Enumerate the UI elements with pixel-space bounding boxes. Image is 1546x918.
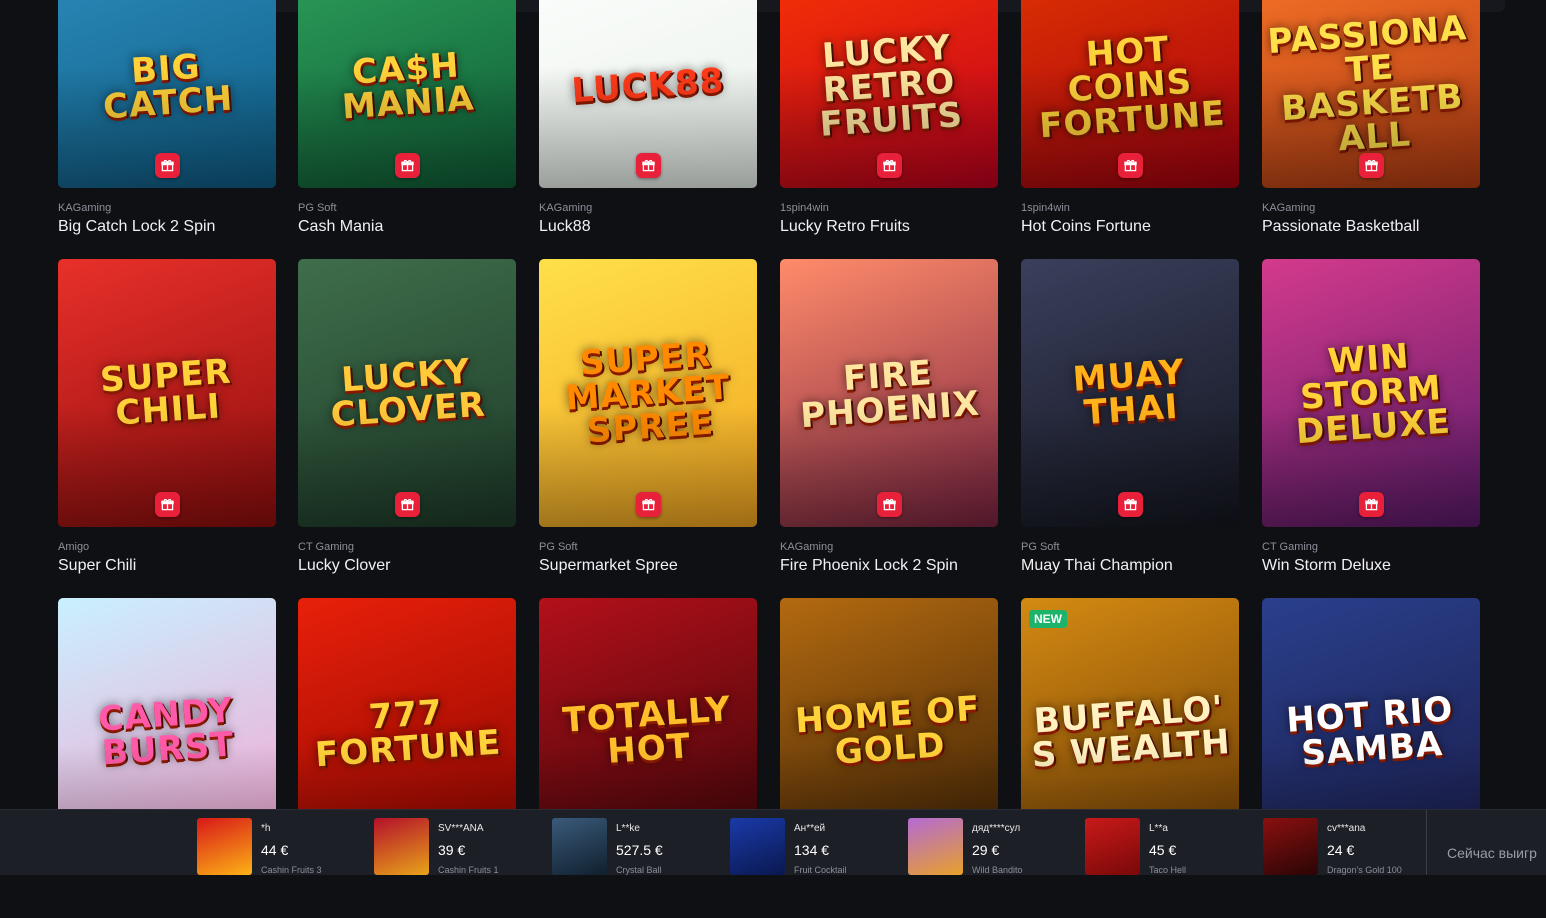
recent-win-item[interactable]: L**a 45 € Taco Hell xyxy=(1085,818,1255,875)
game-provider: 1spin4win xyxy=(780,202,829,214)
game-card[interactable]: LUCKY CLOVER CT Gaming Lucky Clover xyxy=(298,259,516,579)
win-amount: 29 € xyxy=(972,842,1000,858)
game-title[interactable]: Cash Mania xyxy=(298,218,383,236)
game-thumbnail[interactable]: WIN STORM DELUXE xyxy=(1262,259,1480,527)
game-title[interactable]: Super Chili xyxy=(58,557,136,575)
game-provider: PG Soft xyxy=(539,541,578,553)
ticker-label: Сейчас выигр xyxy=(1447,845,1537,861)
game-card[interactable]: Passionate Basketball KAGaming Passionate … xyxy=(1262,0,1480,240)
game-card[interactable]: SUPER CHILI Amigo Super Chili xyxy=(58,259,276,579)
gift-icon[interactable] xyxy=(1359,492,1384,517)
win-game-thumbnail[interactable] xyxy=(908,818,963,875)
recent-win-item[interactable]: cv***ana 24 € Dragon's Gold 100 xyxy=(1263,818,1433,875)
win-user: дяд****сул xyxy=(972,823,1021,834)
recent-win-item[interactable]: L**ke 527.5 € Crystal Ball xyxy=(552,818,722,875)
gift-icon[interactable] xyxy=(395,153,420,178)
gift-icon[interactable] xyxy=(1118,153,1143,178)
game-title[interactable]: Muay Thai Champion xyxy=(1021,557,1173,575)
game-provider: CT Gaming xyxy=(298,541,355,553)
game-title[interactable]: Lucky Clover xyxy=(298,557,390,575)
game-thumbnail[interactable]: Muay THAI xyxy=(1021,259,1239,527)
win-user: L**ke xyxy=(616,823,640,834)
gift-icon[interactable] xyxy=(877,153,902,178)
game-card[interactable]: HOT COINS FORTUNE 1spin4win Hot Coins Fort… xyxy=(1021,0,1239,240)
game-provider: CT Gaming xyxy=(1262,541,1319,553)
game-title[interactable]: Passionate Basketball xyxy=(1262,218,1419,236)
game-title[interactable]: Lucky Retro Fruits xyxy=(780,218,910,236)
game-provider: KAGaming xyxy=(58,202,112,214)
game-card[interactable]: WIN STORM DELUXE CT Gaming Win Storm Delux… xyxy=(1262,259,1480,579)
gift-icon[interactable] xyxy=(155,492,180,517)
game-thumbnail[interactable]: SUPER CHILI xyxy=(58,259,276,527)
game-thumbnail[interactable]: BIG CATCH xyxy=(58,0,276,188)
win-amount: 527.5 € xyxy=(616,842,663,858)
game-thumbnail[interactable]: LUCKY CLOVER xyxy=(298,259,516,527)
game-title[interactable]: Supermarket Spree xyxy=(539,557,678,575)
new-badge: NEW xyxy=(1029,610,1067,628)
win-user: *h xyxy=(261,823,271,834)
game-thumbnail[interactable]: HOT COINS FORTUNE xyxy=(1021,0,1239,188)
game-title[interactable]: Hot Coins Fortune xyxy=(1021,218,1151,236)
win-user: Ан**ей xyxy=(794,823,826,834)
game-provider: 1spin4win xyxy=(1021,202,1070,214)
game-grid: BIG CATCH KAGaming Big Catch Lock 2 Spin CA… xyxy=(0,0,1546,874)
game-card[interactable]: BIG CATCH KAGaming Big Catch Lock 2 Spin xyxy=(58,0,276,240)
game-card[interactable]: SUPER MARKET Spree PG Soft Supermarket Spr… xyxy=(539,259,757,579)
game-card[interactable]: LUCKY RETRO FRUITS 1spin4win Lucky Retro F… xyxy=(780,0,998,240)
gift-icon[interactable] xyxy=(1118,492,1143,517)
game-card[interactable]: CA$H Mania PG Soft Cash Mania xyxy=(298,0,516,240)
game-provider: KAGaming xyxy=(780,541,834,553)
recent-win-item[interactable]: дяд****сул 29 € Wild Bandito xyxy=(908,818,1078,875)
game-title[interactable]: Fire Phoenix Lock 2 Spin xyxy=(780,557,958,575)
recent-win-item[interactable]: SV***ANA 39 € Cashin Fruits 1 xyxy=(374,818,544,875)
win-game-thumbnail[interactable] xyxy=(1085,818,1140,875)
gift-icon[interactable] xyxy=(395,492,420,517)
win-amount: 24 € xyxy=(1327,842,1355,858)
win-game-thumbnail[interactable] xyxy=(374,818,429,875)
gift-icon[interactable] xyxy=(636,492,661,517)
win-amount: 45 € xyxy=(1149,842,1177,858)
game-thumbnail[interactable]: LUCK88 xyxy=(539,0,757,188)
game-thumbnail[interactable]: LUCKY RETRO FRUITS xyxy=(780,0,998,188)
game-title[interactable]: Big Catch Lock 2 Spin xyxy=(58,218,215,236)
gift-icon[interactable] xyxy=(877,492,902,517)
win-user: L**a xyxy=(1149,823,1168,834)
win-game-thumbnail[interactable] xyxy=(552,818,607,875)
recent-wins-ticker: Сейчас выигр *h 44 € Cashin Fruits 3 SV***A… xyxy=(0,809,1546,875)
win-amount: 44 € xyxy=(261,842,289,858)
recent-win-item[interactable]: *h 44 € Cashin Fruits 3 xyxy=(197,818,367,875)
game-card[interactable]: Fire Phoenix KAGaming Fire Phoenix Lock 2 … xyxy=(780,259,998,579)
recent-win-item[interactable]: Ан**ей 134 € Fruit Cocktail xyxy=(730,818,900,875)
win-user: SV***ANA xyxy=(438,823,484,834)
game-provider: KAGaming xyxy=(1262,202,1316,214)
win-user: cv***ana xyxy=(1327,823,1366,834)
game-provider: KAGaming xyxy=(539,202,593,214)
gift-icon[interactable] xyxy=(155,153,180,178)
win-game-thumbnail[interactable] xyxy=(730,818,785,875)
game-provider: PG Soft xyxy=(298,202,337,214)
game-thumbnail[interactable]: CA$H Mania xyxy=(298,0,516,188)
game-card[interactable]: Muay THAI PG Soft Muay Thai Champion xyxy=(1021,259,1239,579)
win-amount: 39 € xyxy=(438,842,466,858)
game-provider: Amigo xyxy=(58,541,90,553)
gift-icon[interactable] xyxy=(636,153,661,178)
game-card[interactable]: LUCK88 KAGaming Luck88 xyxy=(539,0,757,240)
game-thumbnail[interactable]: Passionate Basketball xyxy=(1262,0,1480,188)
game-provider: PG Soft xyxy=(1021,541,1060,553)
gift-icon[interactable] xyxy=(1359,153,1384,178)
win-game-thumbnail[interactable] xyxy=(197,818,252,875)
game-thumbnail[interactable]: Fire Phoenix xyxy=(780,259,998,527)
win-game-thumbnail[interactable] xyxy=(1263,818,1318,875)
win-amount: 134 € xyxy=(794,842,830,858)
game-title[interactable]: Luck88 xyxy=(539,218,591,236)
game-thumbnail[interactable]: SUPER MARKET Spree xyxy=(539,259,757,527)
game-title[interactable]: Win Storm Deluxe xyxy=(1262,557,1391,575)
